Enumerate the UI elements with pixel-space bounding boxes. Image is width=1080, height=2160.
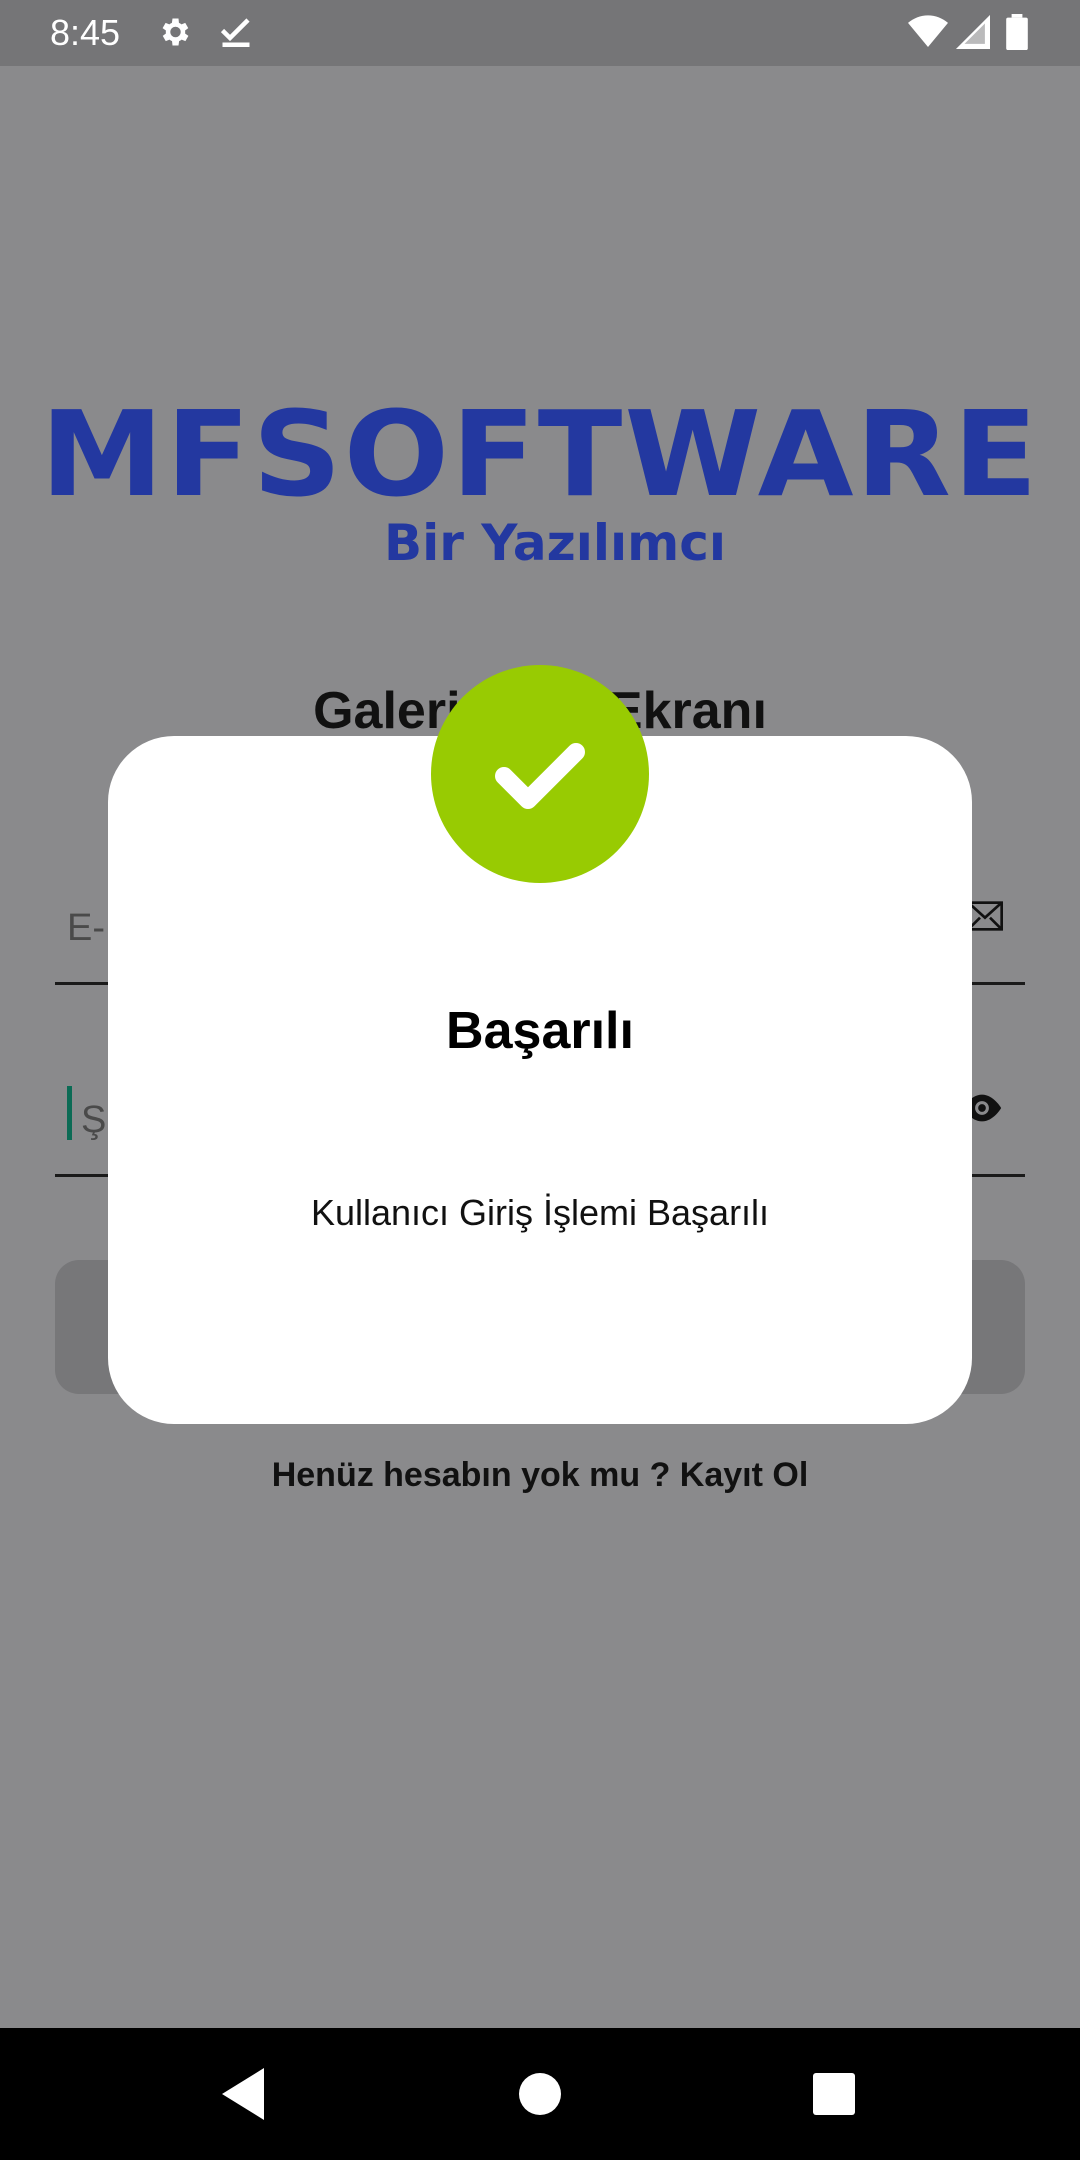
wifi-icon [908, 14, 948, 55]
battery-icon [1006, 14, 1028, 55]
logo-main-text: MFSOFTWARE [40, 386, 1040, 524]
home-icon[interactable] [518, 2066, 562, 2121]
status-time: 8:45 [50, 12, 121, 53]
navigation-bar [0, 2028, 1080, 2160]
dialog-title: Başarılı [446, 1002, 634, 1060]
text-caret [67, 1086, 72, 1140]
recents-icon[interactable] [812, 2066, 856, 2121]
status-bar: 8:45 [0, 0, 1080, 66]
dialog-message: Kullanıcı Giriş İşlemi Başarılı [310, 1192, 770, 1233]
settings-icon [156, 14, 192, 55]
success-badge [431, 665, 649, 883]
signup-link[interactable]: Henüz hesabın yok mu ? Kayıt Ol [0, 1452, 1080, 1498]
back-icon[interactable] [218, 2066, 268, 2127]
brand-logo: MFSOFTWARE Bir Yazılımcı [0, 385, 1080, 573]
signal-icon [956, 14, 990, 55]
checkmark-download-icon [218, 14, 254, 55]
checkmark-icon [495, 743, 585, 809]
